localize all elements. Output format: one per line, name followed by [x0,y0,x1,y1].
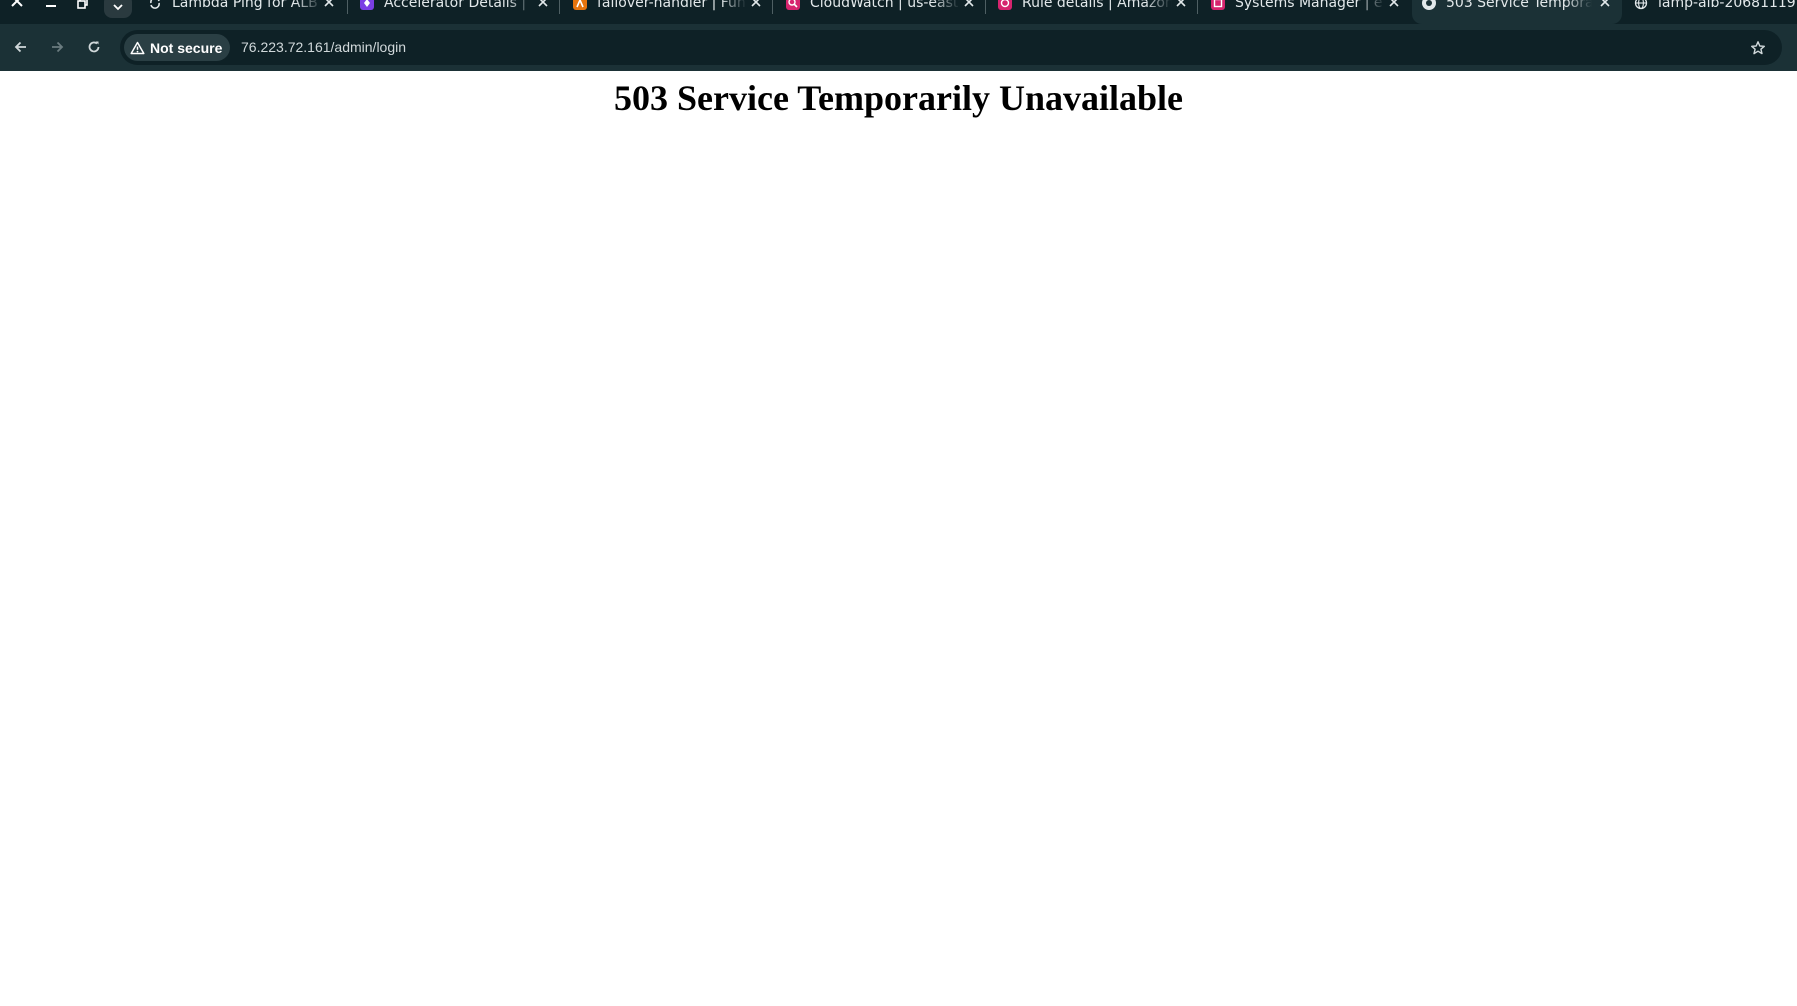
tab-title: Accelerator Details | [384,0,527,11]
tab-search-button[interactable] [104,0,132,18]
eventbridge-icon [998,0,1012,10]
tab-separator [985,0,986,14]
tab-503-service[interactable]: 503 Service Tempora [1412,0,1622,24]
tab-separator [559,0,560,14]
page-content: 503 Service Temporarily Unavailable [0,71,1797,1006]
close-tab-icon[interactable] [536,0,550,9]
tab-title: CloudWatch | us-east [810,0,959,11]
close-tab-icon[interactable] [749,0,763,9]
global-accelerator-icon [360,0,374,10]
cloudwatch-icon [786,0,800,10]
systems-manager-icon [1211,0,1225,10]
tab-systems-manager[interactable]: Systems Manager | e [1211,0,1407,24]
restore-window-icon[interactable] [69,0,97,12]
tab-separator [1197,0,1198,14]
reload-button[interactable] [81,34,107,60]
security-label: Not secure [150,39,223,56]
tab-strip: Lambda Ping for ALB Accelerator Details … [0,0,1797,24]
tab-lambda-ping[interactable]: Lambda Ping for ALB [148,0,344,24]
arrow-right-icon [52,41,64,53]
close-window-icon[interactable] [3,0,31,12]
lambda-icon [573,0,587,10]
tab-separator [772,0,773,14]
forward-button[interactable] [44,34,70,60]
tab-title: Systems Manager | e [1235,0,1383,11]
security-indicator[interactable]: Not secure [124,34,231,61]
address-bar[interactable]: Not secure 76.223.72.161/admin/login [120,30,1782,65]
bookmark-star-icon[interactable] [1748,38,1768,58]
tab-title: lamp-alb-2068111919 [1658,0,1797,11]
default-page-icon [1422,0,1436,10]
close-tab-icon[interactable] [962,0,976,9]
close-tab-icon[interactable] [1387,0,1401,9]
arrow-left-icon [14,41,26,53]
error-heading: 503 Service Temporarily Unavailable [614,78,1183,118]
url-text[interactable]: 76.223.72.161/admin/login [241,30,406,65]
tab-failover-handler[interactable]: failover-handler | Fun [573,0,769,24]
back-button[interactable] [8,34,34,60]
close-tab-icon[interactable] [322,0,336,9]
close-tab-icon[interactable] [1598,0,1612,9]
tab-lamp-alb[interactable]: lamp-alb-2068111919 [1634,0,1797,24]
globe-icon [1634,0,1648,10]
reload-icon [88,41,100,53]
tab-accelerator-details[interactable]: Accelerator Details | [360,0,556,24]
browser-toolbar: Not secure 76.223.72.161/admin/login [0,24,1797,71]
tab-title: 503 Service Tempora [1446,0,1592,11]
tab-separator [347,0,348,14]
warning-triangle-icon [130,41,145,54]
tab-title: Rule details | Amazon [1022,0,1172,11]
lambda-sync-icon [148,0,162,10]
tab-title: failover-handler | Fun [597,0,746,11]
close-tab-icon[interactable] [1174,0,1188,9]
minimize-window-icon[interactable] [37,0,65,12]
tab-title: Lambda Ping for ALB [172,0,318,11]
chevron-down-icon [113,4,123,11]
tab-rule-details[interactable]: Rule details | Amazon [998,0,1194,24]
tab-cloudwatch[interactable]: CloudWatch | us-east [786,0,982,24]
